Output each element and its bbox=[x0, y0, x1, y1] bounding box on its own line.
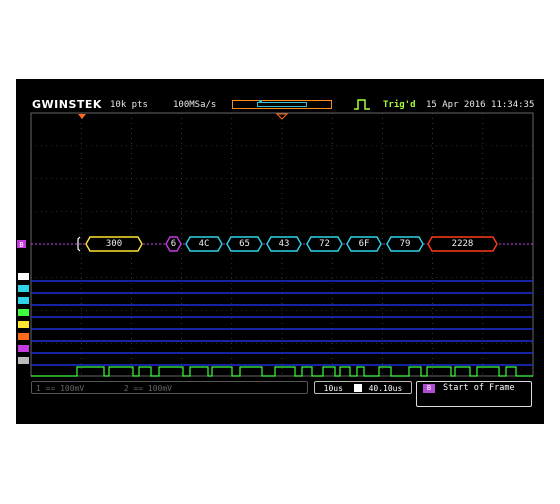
bus-trigger-condition: Start of Frame bbox=[443, 383, 515, 393]
date-time: 15 Apr 2016 11:34:35 bbox=[426, 100, 535, 110]
memory-position-bar bbox=[232, 100, 332, 109]
bus-packet-label: 43 bbox=[278, 239, 290, 249]
memory-length: 10k pts bbox=[110, 100, 148, 110]
bus-trigger-readout[interactable]: B Start of Frame bbox=[416, 381, 532, 407]
view-window-indicator bbox=[257, 102, 307, 107]
sample-rate: 100MSa/s bbox=[173, 100, 217, 110]
trigger-status: Trig'd bbox=[383, 100, 416, 110]
oscilloscope-screen bbox=[16, 79, 544, 424]
bus-packet-label: 79 bbox=[399, 239, 411, 249]
brand-logo: GWINSTEK bbox=[32, 98, 102, 111]
ch1-scale: 1 == 100mV bbox=[36, 384, 85, 393]
ch2-scale: 2 == 100mV bbox=[123, 384, 172, 393]
bus-packet-label: 2228 bbox=[451, 239, 474, 249]
bus-packet-label: 65 bbox=[239, 239, 250, 249]
horizontal-position: 40.10us bbox=[368, 384, 403, 393]
bus-packet-label: 6 bbox=[170, 239, 177, 249]
bus-packet-label: 6F bbox=[358, 239, 370, 249]
bus-trigger-badge: B bbox=[423, 384, 435, 393]
trigger-edge-icon bbox=[354, 99, 370, 110]
trigger-position-cursor bbox=[259, 100, 262, 103]
horizontal-position-icon bbox=[353, 384, 362, 392]
bus-packet-label: 72 bbox=[319, 239, 330, 249]
bus-packet-label: 300 bbox=[105, 239, 123, 249]
bus-packet-label: 4C bbox=[198, 239, 210, 249]
timebase-readout[interactable]: 10us 40.10us bbox=[314, 381, 412, 394]
channel-scale-readout[interactable]: 1 == 100mV 2 == 100mV bbox=[31, 381, 308, 394]
timebase: 10us bbox=[323, 384, 343, 393]
